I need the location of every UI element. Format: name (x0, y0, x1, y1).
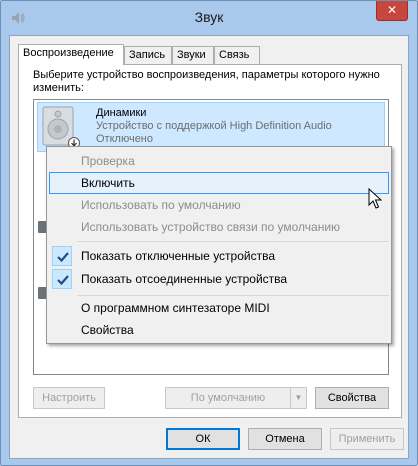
tab-communications[interactable]: Связь (214, 46, 260, 64)
menu-separator (77, 241, 389, 242)
chevron-down-icon[interactable]: ▼ (290, 388, 306, 408)
instructions-text: Выберите устройство воспроизведения, пар… (33, 69, 380, 94)
tab-playback[interactable]: Воспроизведение (18, 44, 124, 65)
menu-separator (77, 295, 389, 296)
mouse-cursor-icon (368, 187, 383, 213)
device-name: Динамики (96, 107, 147, 119)
apply-button[interactable]: Применить (330, 428, 404, 450)
properties-button[interactable]: Свойства (315, 387, 389, 409)
device-row-speakers[interactable]: Динамики Устройство с поддержкой High De… (37, 102, 385, 152)
menu-item-show-disabled[interactable]: Показать отключенные устройства (49, 245, 389, 267)
checkmark-icon (52, 246, 72, 266)
tab-recording[interactable]: Запись (124, 46, 172, 64)
device-status: Отключено (96, 133, 153, 145)
title-bar[interactable]: Звук ✕ (1, 1, 417, 35)
set-default-label: По умолчанию (190, 392, 266, 404)
checkmark-icon (52, 269, 72, 289)
menu-item-label: Свойства (81, 323, 134, 337)
close-button[interactable]: ✕ (376, 1, 408, 21)
menu-item-test[interactable]: Проверка (49, 150, 389, 172)
menu-item-set-default-communication[interactable]: Использовать устройство связи по умолчан… (49, 216, 389, 238)
window-title: Звук (194, 9, 224, 25)
menu-item-enable[interactable]: Включить (49, 172, 389, 194)
menu-item-label: Включить (81, 176, 135, 190)
ok-button[interactable]: ОК (166, 428, 240, 450)
tab-sounds[interactable]: Звуки (172, 46, 214, 64)
menu-item-midi-synth-info[interactable]: О программном синтезаторе MIDI (49, 297, 389, 319)
close-icon: ✕ (386, 3, 398, 17)
set-default-button[interactable]: По умолчанию ▼ (165, 387, 307, 409)
menu-item-show-disconnected[interactable]: Показать отсоединенные устройства (49, 268, 389, 290)
menu-item-label: Проверка (81, 154, 135, 168)
menu-item-properties[interactable]: Свойства (49, 319, 389, 341)
cancel-button[interactable]: Отмена (248, 428, 322, 450)
menu-item-label: Использовать по умолчанию (81, 198, 241, 212)
device-description: Устройство с поддержкой High Definition … (96, 120, 332, 132)
menu-item-label: Показать отключенные устройства (81, 249, 276, 263)
menu-item-label: Показать отсоединенные устройства (81, 272, 288, 286)
device-context-menu: Проверка Включить Использовать по умолча… (46, 146, 392, 344)
menu-item-label: Использовать устройство связи по умолчан… (81, 220, 341, 234)
configure-button[interactable]: Настроить (33, 387, 105, 409)
menu-item-label: О программном синтезаторе MIDI (81, 301, 270, 315)
menu-item-set-default[interactable]: Использовать по умолчанию (49, 194, 389, 216)
